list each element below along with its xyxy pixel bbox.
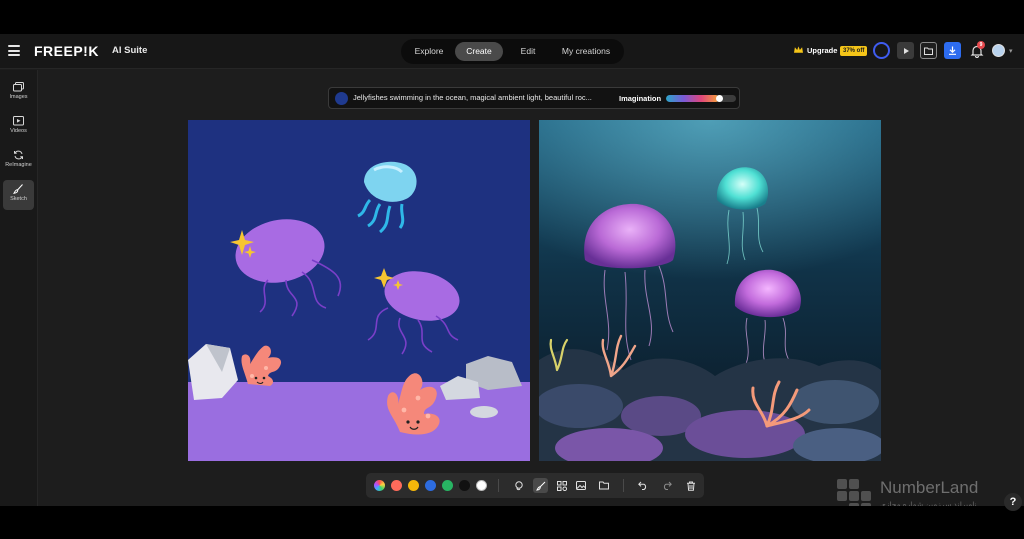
upgrade-link[interactable]: Upgrade [807, 46, 837, 55]
tab-my-creations[interactable]: My creations [553, 42, 619, 61]
refresh-icon [14, 150, 23, 160]
brush-icon [535, 481, 545, 491]
crown-icon [794, 46, 803, 53]
toolbar-divider [623, 479, 624, 492]
help-button[interactable]: ? [1004, 493, 1022, 511]
avatar[interactable] [992, 44, 1005, 57]
sketch-drawing [188, 120, 530, 461]
sidebar-item-label: Videos [10, 128, 27, 134]
images-icon [13, 82, 24, 92]
sketch-canvas[interactable] [188, 120, 530, 461]
chevron-down-icon[interactable]: ▾ [1009, 47, 1013, 55]
image-tool-button[interactable] [573, 478, 588, 493]
imagination-slider-fill [666, 95, 719, 102]
sidebar-item-label: Sketch [10, 196, 27, 202]
brush-icon [13, 184, 23, 194]
app-window: FREEP!K AI Suite Explore Create Edit My … [0, 34, 1024, 513]
sketch-toolbar [366, 473, 704, 498]
suite-label: AI Suite [112, 45, 148, 56]
play-button[interactable] [897, 42, 914, 59]
open-folder-button[interactable] [596, 478, 611, 493]
generated-image[interactable] [539, 120, 881, 461]
color-swatch-yellow[interactable] [408, 480, 419, 491]
sidebar-item-images[interactable]: Images [3, 78, 34, 108]
lasso-tool-button[interactable] [511, 478, 526, 493]
discount-badge: 37% off [840, 46, 868, 56]
sidebar-item-sketch[interactable]: Sketch [3, 180, 34, 210]
download-icon [949, 46, 956, 55]
download-button[interactable] [944, 42, 961, 59]
trash-icon [686, 481, 695, 491]
prompt-text[interactable]: Jellyfishes swimming in the ocean, magic… [353, 93, 611, 102]
undo-button[interactable] [635, 478, 650, 493]
generated-image-render [539, 120, 881, 461]
watermark-title: NumberLand [880, 478, 979, 497]
sidebar-item-videos[interactable]: Videos [3, 112, 34, 142]
tab-create[interactable]: Create [455, 42, 503, 61]
letterbox-top [0, 0, 1024, 34]
menu-icon[interactable] [8, 45, 20, 56]
color-swatch-coral[interactable] [391, 480, 402, 491]
imagination-label: Imagination [619, 94, 662, 103]
main-nav: Explore Create Edit My creations [401, 39, 624, 64]
letterbox-bottom [0, 506, 1024, 539]
color-swatch-white[interactable] [476, 480, 487, 491]
undo-icon [637, 481, 646, 490]
brush-tool-button[interactable] [533, 478, 548, 493]
sidebar-item-reimagine[interactable]: ReImagine [3, 146, 34, 176]
tab-edit[interactable]: Edit [505, 42, 551, 61]
color-picker-swatch[interactable] [374, 480, 385, 491]
redo-button[interactable] [659, 478, 674, 493]
folder-button[interactable] [920, 42, 937, 59]
brand-logo[interactable]: FREEP!K [34, 43, 99, 59]
redo-icon [663, 481, 672, 490]
color-swatch-blue[interactable] [425, 480, 436, 491]
folder-icon [924, 47, 933, 55]
credits-ring-button[interactable] [873, 42, 890, 59]
sidebar: Images Videos ReImagine Sketch [0, 70, 38, 506]
toolbar-divider [498, 479, 499, 492]
imagination-slider-knob[interactable] [715, 95, 723, 102]
imagination-slider[interactable] [666, 95, 736, 102]
sidebar-item-label: Images [9, 94, 28, 100]
shapes-tool-button[interactable] [554, 478, 569, 493]
prompt-bar[interactable]: Jellyfishes swimming in the ocean, magic… [328, 87, 740, 109]
tab-explore[interactable]: Explore [405, 42, 453, 61]
top-bar: FREEP!K AI Suite Explore Create Edit My … [0, 34, 1024, 69]
delete-button[interactable] [683, 478, 698, 493]
lasso-icon [514, 480, 523, 490]
image-icon [575, 481, 586, 490]
video-icon [13, 116, 24, 126]
folder-icon [598, 481, 609, 490]
sidebar-item-label: ReImagine [5, 162, 32, 168]
prompt-color-dot [335, 92, 348, 105]
play-icon [903, 47, 909, 54]
color-swatch-green[interactable] [442, 480, 453, 491]
color-swatch-black[interactable] [459, 480, 470, 491]
notification-badge: 9 [977, 41, 985, 49]
shapes-icon [556, 480, 567, 491]
